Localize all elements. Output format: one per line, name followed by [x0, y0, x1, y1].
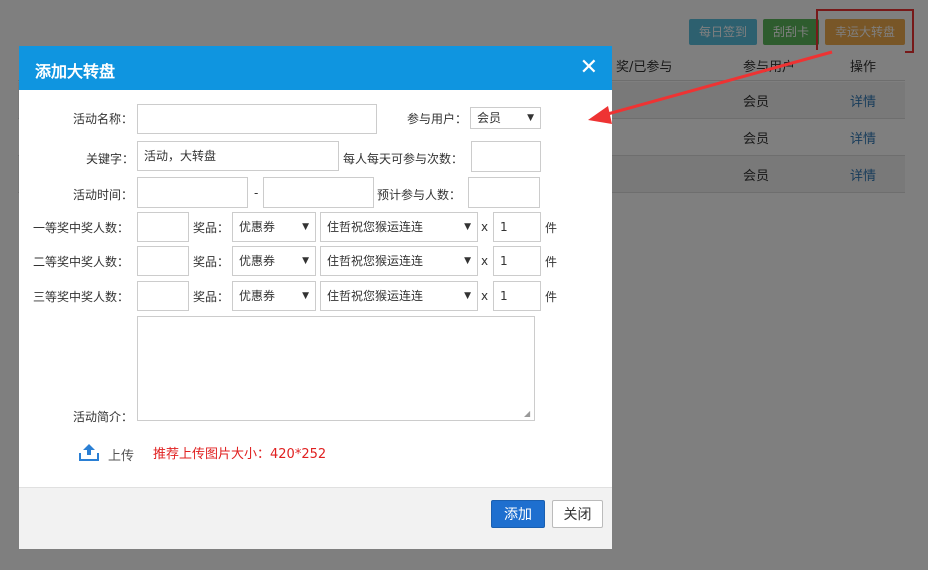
first-prize-count-label: 一等奖中奖人数： — [33, 221, 130, 235]
third-prize-type-select[interactable]: 优惠券 ▼ — [232, 281, 316, 311]
chevron-down-icon: ▼ — [464, 291, 471, 301]
daily-times-input[interactable] — [471, 141, 541, 172]
time-start-input[interactable] — [137, 177, 248, 208]
dialog-header: 添加大转盘 ✕ — [19, 46, 612, 90]
first-prize-qty-input[interactable]: 1 — [493, 212, 541, 242]
second-prize-qty-input[interactable]: 1 — [493, 246, 541, 276]
keyword-label: 关键字： — [86, 152, 135, 166]
first-prize-type-select[interactable]: 优惠券 ▼ — [232, 212, 316, 242]
time-separator: - — [254, 186, 259, 200]
time-end-input[interactable] — [263, 177, 374, 208]
expected-participants-label: 预计参与人数： — [377, 188, 462, 202]
prize-type-value: 优惠券 — [239, 220, 276, 234]
third-prize-qty-input[interactable]: 1 — [493, 281, 541, 311]
participant-users-label: 参与用户： — [407, 112, 468, 126]
chevron-down-icon: ▼ — [302, 291, 309, 301]
participant-users-value: 会员 — [477, 111, 502, 125]
unit-label: 件 — [545, 221, 558, 235]
prize-label: 奖品： — [193, 221, 230, 235]
expected-participants-input[interactable] — [468, 177, 540, 208]
second-prize-count-label: 二等奖中奖人数： — [33, 255, 130, 269]
prize-type-value: 优惠券 — [239, 254, 276, 268]
first-prize-item-select[interactable]: 住哲祝您猴运连连 ▼ — [320, 212, 478, 242]
prize-type-value: 优惠券 — [239, 289, 276, 303]
chevron-down-icon: ▼ — [302, 222, 309, 232]
times-symbol: x — [481, 289, 489, 303]
daily-times-label: 每人每天可参与次数： — [343, 152, 464, 166]
prize-item-value: 住哲祝您猴运连连 — [327, 289, 424, 303]
third-prize-count-input[interactable] — [137, 281, 189, 311]
intro-label: 活动简介： — [73, 410, 134, 424]
dialog-footer: 添加 关闭 — [19, 487, 612, 549]
prize-item-value: 住哲祝您猴运连连 — [327, 220, 424, 234]
second-prize-count-input[interactable] — [137, 246, 189, 276]
upload-icon[interactable] — [79, 443, 99, 461]
unit-label: 件 — [545, 255, 558, 269]
dialog-title: 添加大转盘 — [35, 62, 116, 81]
close-button[interactable]: 关闭 — [552, 500, 603, 528]
upload-size-hint: 推荐上传图片大小：420*252 — [153, 447, 327, 462]
activity-time-label: 活动时间： — [73, 188, 134, 202]
chevron-down-icon: ▼ — [464, 256, 471, 266]
chevron-down-icon: ▼ — [527, 113, 534, 123]
prize-label: 奖品： — [193, 290, 230, 304]
prize-item-value: 住哲祝您猴运连连 — [327, 254, 424, 268]
add-wheel-dialog: 添加大转盘 ✕ 活动名称： 参与用户： 会员 ▼ 关键字： 活动，大转盘 每人每… — [19, 46, 612, 549]
upload-button[interactable]: 上传 — [108, 445, 134, 464]
chevron-down-icon: ▼ — [302, 256, 309, 266]
first-prize-count-input[interactable] — [137, 212, 189, 242]
intro-textarea[interactable] — [137, 316, 535, 421]
chevron-down-icon: ▼ — [464, 222, 471, 232]
participant-users-select[interactable]: 会员 ▼ — [470, 107, 541, 129]
keyword-input[interactable]: 活动，大转盘 — [137, 141, 339, 171]
third-prize-item-select[interactable]: 住哲祝您猴运连连 ▼ — [320, 281, 478, 311]
add-button[interactable]: 添加 — [491, 500, 545, 528]
times-symbol: x — [481, 254, 489, 268]
activity-name-input[interactable] — [137, 104, 377, 134]
activity-name-label: 活动名称： — [73, 112, 134, 126]
second-prize-item-select[interactable]: 住哲祝您猴运连连 ▼ — [320, 246, 478, 276]
second-prize-type-select[interactable]: 优惠券 ▼ — [232, 246, 316, 276]
resize-handle-icon[interactable]: ◢ — [524, 410, 530, 418]
prize-label: 奖品： — [193, 255, 230, 269]
unit-label: 件 — [545, 290, 558, 304]
times-symbol: x — [481, 220, 489, 234]
close-icon[interactable]: ✕ — [580, 55, 598, 80]
third-prize-count-label: 三等奖中奖人数： — [33, 290, 130, 304]
